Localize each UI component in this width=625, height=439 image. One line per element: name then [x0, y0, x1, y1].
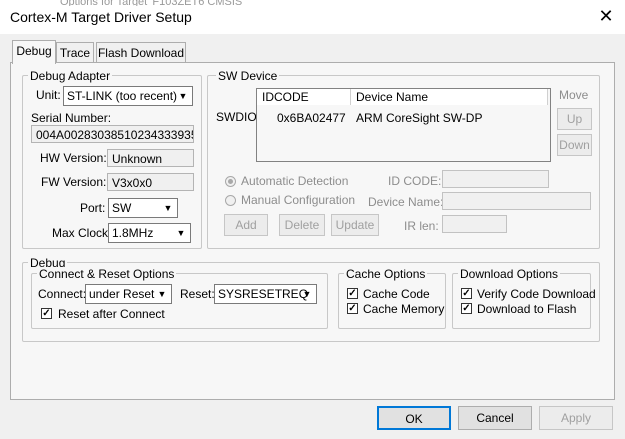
manual-configuration-label: Manual Configuration [241, 193, 356, 207]
connect-select[interactable]: under Reset ▼ [85, 284, 172, 304]
swdio-label: SWDIO [216, 110, 257, 124]
checkmark-icon: ✓ [348, 303, 357, 314]
chevron-down-icon: ▼ [176, 228, 186, 238]
column-header-device-name[interactable]: Device Name [351, 89, 548, 105]
close-icon[interactable]: ✕ [596, 6, 616, 26]
unit-select[interactable]: ST-LINK (too recent) ▼ [63, 86, 193, 106]
hw-version-label: HW Version: [40, 151, 107, 165]
automatic-detection-radio[interactable] [225, 176, 236, 187]
device-name-label: Device Name: [368, 195, 444, 209]
background-window-title: Options for Target 'F103ZET6 CMSIS' [60, 0, 245, 6]
device-list[interactable]: IDCODE Device Name 0x6BA02477 ARM CoreSi… [256, 88, 551, 162]
window-title: Cortex-M Target Driver Setup [10, 9, 192, 25]
unit-value: ST-LINK (too recent) [67, 89, 178, 103]
debug-adapter-legend: Debug Adapter [28, 69, 113, 83]
fw-version-field: V3x0x0 [107, 173, 194, 191]
sw-device-legend: SW Device [216, 69, 280, 83]
move-down-button[interactable]: Down [557, 134, 592, 156]
connect-reset-legend: Connect & Reset Options [37, 267, 177, 281]
cache-code-checkbox[interactable]: ✓ [347, 288, 358, 299]
cancel-button[interactable]: Cancel [458, 406, 532, 430]
chevron-down-icon: ▼ [163, 203, 173, 213]
tab-trace[interactable]: Trace [56, 42, 94, 63]
automatic-detection-label: Automatic Detection [241, 174, 349, 188]
device-idcode[interactable]: 0x6BA02477 [277, 110, 346, 126]
max-clock-label: Max Clock: [52, 226, 112, 240]
cache-memory-label: Cache Memory [363, 302, 445, 316]
manual-configuration-radio[interactable] [225, 195, 236, 206]
cache-memory-checkbox[interactable]: ✓ [347, 303, 358, 314]
hw-version-field: Unknown [107, 149, 194, 167]
reset-after-connect-checkbox[interactable]: ✓ [41, 308, 52, 319]
port-value: SW [112, 201, 132, 215]
checkmark-icon: ✓ [462, 303, 471, 314]
download-to-flash-label: Download to Flash [477, 302, 577, 316]
apply-button[interactable]: Apply [539, 406, 613, 430]
unit-label: Unit: [36, 88, 61, 102]
reset-value: SYSRESETREQ [218, 287, 309, 301]
serial-number-field: 004A00283038510234333935 [31, 125, 194, 143]
id-code-label: ID CODE: [388, 174, 442, 188]
delete-button[interactable]: Delete [279, 214, 325, 236]
ir-len-label: IR len: [404, 219, 439, 233]
checkmark-icon: ✓ [42, 308, 51, 319]
fw-version-label: FW Version: [41, 175, 107, 189]
update-button[interactable]: Update [331, 214, 379, 236]
download-options-legend: Download Options [458, 267, 561, 281]
reset-after-connect-label: Reset after Connect [58, 307, 165, 321]
reset-select[interactable]: SYSRESETREQ ▼ [214, 284, 317, 304]
connect-label: Connect: [38, 287, 87, 301]
cache-options-legend: Cache Options [344, 267, 428, 281]
add-button[interactable]: Add [224, 214, 268, 236]
reset-label: Reset: [180, 287, 215, 301]
verify-code-download-label: Verify Code Download [477, 287, 596, 301]
chevron-down-icon: ▼ [302, 289, 312, 299]
id-code-input[interactable] [442, 170, 549, 188]
chevron-down-icon: ▼ [178, 91, 188, 101]
ok-button[interactable]: OK [377, 406, 451, 430]
move-up-button[interactable]: Up [557, 108, 592, 130]
move-label: Move [559, 88, 589, 102]
verify-code-download-checkbox[interactable]: ✓ [461, 288, 472, 299]
tab-flash-download[interactable]: Flash Download [96, 42, 186, 63]
tab-debug[interactable]: Debug [12, 40, 56, 64]
max-clock-value: 1.8MHz [112, 226, 154, 240]
checkmark-icon: ✓ [462, 288, 471, 299]
port-select[interactable]: SW ▼ [108, 198, 178, 218]
device-name[interactable]: ARM CoreSight SW-DP [356, 110, 482, 126]
checkmark-icon: ✓ [348, 288, 357, 299]
column-header-idcode[interactable]: IDCODE [257, 89, 351, 105]
port-label: Port: [80, 201, 106, 215]
chevron-down-icon: ▼ [157, 289, 167, 299]
download-to-flash-checkbox[interactable]: ✓ [461, 303, 472, 314]
serial-number-label: Serial Number: [31, 111, 112, 125]
max-clock-select[interactable]: 1.8MHz ▼ [108, 223, 191, 243]
ir-len-input[interactable] [442, 215, 507, 233]
device-name-input[interactable] [442, 192, 591, 210]
connect-value: under Reset [89, 287, 155, 301]
cache-code-label: Cache Code [363, 287, 430, 301]
